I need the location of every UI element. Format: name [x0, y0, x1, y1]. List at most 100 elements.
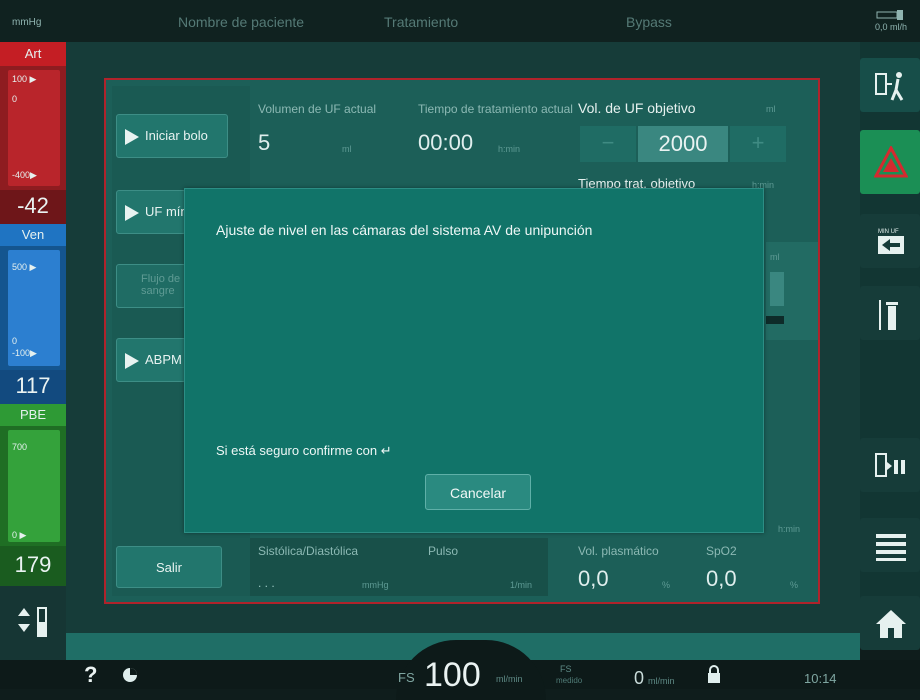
- pbe-value-box: 179: [0, 546, 66, 586]
- right-partial-bar: [766, 316, 784, 324]
- fs-value: 100: [424, 656, 481, 694]
- right-partial-panel: ml: [766, 242, 818, 340]
- art-value-box: -42: [0, 190, 66, 224]
- uf-target-minus-button[interactable]: −: [580, 126, 636, 162]
- alarm-button[interactable]: [860, 130, 920, 194]
- plasma-volume-unit: %: [662, 580, 671, 590]
- patient-exit-icon: [875, 72, 904, 101]
- confirmation-dialog: Ajuste de nivel en las cámaras del siste…: [184, 188, 764, 533]
- menu-list-icon: [876, 534, 906, 561]
- menu-button[interactable]: [860, 518, 920, 572]
- abpm-button[interactable]: ABPM: [116, 338, 186, 382]
- uf-target-plus-button[interactable]: +: [730, 126, 786, 162]
- pause-button[interactable]: [860, 438, 920, 492]
- ven-value-box: 117: [0, 370, 66, 404]
- play-icon: [125, 128, 139, 145]
- uf-volume-value: 5: [258, 130, 271, 155]
- uf-target-unit: ml: [766, 104, 776, 114]
- ven-header: Ven: [0, 224, 66, 246]
- patient-exit-button[interactable]: [860, 58, 920, 112]
- pbe-value: 179: [14, 552, 52, 577]
- min-uf-icon: MIN UF: [878, 229, 904, 254]
- art-tick-zero: 0: [12, 94, 18, 104]
- uf-target-label: Vol. de UF objetivo: [578, 100, 696, 116]
- fs-label: FS: [398, 670, 415, 685]
- svg-text:MIN UF: MIN UF: [878, 229, 899, 235]
- art-gauge-bar: [8, 70, 60, 186]
- pause-icon: [875, 453, 905, 477]
- ven-tick-zero: 0: [12, 336, 18, 346]
- right-partial-unit-2: h:min: [778, 524, 801, 534]
- tab-treatment[interactable]: Tratamiento: [384, 14, 458, 30]
- uf-min-button[interactable]: UF mín: [116, 190, 186, 234]
- pulse-unit: 1/min: [510, 580, 533, 590]
- play-icon: [125, 352, 139, 369]
- syringe-small-icon: [876, 10, 903, 20]
- ven-tick-top: 500 ▶: [12, 262, 37, 272]
- ven-tick-bottom: -100▶: [12, 348, 37, 358]
- fs-measured-sub: medido: [556, 676, 583, 685]
- treatment-time-value: 00:00: [418, 130, 474, 155]
- syringe-button[interactable]: [860, 286, 920, 340]
- uf-volume-unit: ml: [342, 144, 352, 154]
- ven-label: Ven: [21, 227, 45, 242]
- ven-gauge: 500 ▶ 0 -100▶: [0, 246, 66, 370]
- lock-icon[interactable]: [706, 664, 722, 684]
- fs-unit: ml/min: [496, 674, 523, 684]
- tab-bypass[interactable]: Bypass: [626, 14, 672, 30]
- heparin-value: 0,0: [874, 22, 888, 32]
- cancel-button[interactable]: Cancelar: [425, 474, 531, 510]
- pbe-gauge: 700 0 ▶: [0, 426, 66, 546]
- art-header: Art: [0, 42, 66, 66]
- help-icon[interactable]: ?: [84, 662, 97, 688]
- blood-flow-button[interactable]: Flujo de sangre: [116, 264, 186, 308]
- art-value: -42: [17, 193, 49, 218]
- pbe-label: PBE: [19, 407, 46, 422]
- spo2-label: SpO2: [706, 544, 737, 558]
- bp-label: Sistólica/Diastólica: [258, 544, 359, 558]
- ven-value: 117: [15, 373, 51, 398]
- art-tick-top: 100 ▶: [12, 74, 37, 84]
- pbe-tick-top: 700: [12, 442, 28, 452]
- plasma-volume-label: Vol. plasmático: [578, 544, 659, 558]
- fs-measured-label: FS: [560, 664, 572, 674]
- uf-target-value[interactable]: 2000: [638, 126, 728, 162]
- top-bar: mmHg Nombre de paciente Tratamiento Bypa…: [0, 0, 920, 42]
- heparin-rate: 0,0 ml/h: [862, 8, 920, 42]
- tab-patient-name[interactable]: Nombre de paciente: [178, 14, 304, 30]
- clock-icon: [123, 668, 137, 682]
- exit-button[interactable]: Salir: [116, 546, 222, 588]
- spo2-value: 0,0: [706, 566, 737, 591]
- pbe-tick-bottom: 0 ▶: [12, 530, 27, 540]
- treatment-time-label: Tiempo de tratamiento actual: [418, 102, 573, 116]
- pulse-label: Pulso: [428, 544, 459, 558]
- min-uf-button[interactable]: MIN UF: [860, 214, 920, 268]
- level-button[interactable]: [0, 586, 66, 660]
- treatment-time-unit: h:min: [498, 144, 521, 154]
- art-gauge: 100 ▶ 0 -400▶: [0, 66, 66, 190]
- dialog-title: Ajuste de nivel en las cámaras del siste…: [216, 222, 593, 238]
- fs-measured-unit: ml/min: [648, 676, 675, 686]
- pressure-unit: mmHg: [12, 17, 42, 28]
- alarm-triangle-icon: [874, 146, 908, 178]
- fs-measured-value: 0: [634, 668, 645, 688]
- right-partial-unit: ml: [770, 252, 780, 262]
- home-button[interactable]: [860, 596, 920, 650]
- uf-volume-label: Volumen de UF actual: [258, 102, 377, 116]
- syringe-level-icon: [18, 607, 47, 637]
- play-icon: [125, 204, 139, 221]
- clock-time: 10:14: [804, 671, 837, 686]
- plasma-volume-value: 0,0: [578, 566, 609, 591]
- art-tick-bottom: -400▶: [12, 170, 37, 180]
- dialog-confirm-text: Si está seguro confirme con ↵: [216, 443, 392, 458]
- art-label: Art: [24, 46, 42, 61]
- start-bolus-button[interactable]: Iniciar bolo: [116, 114, 228, 158]
- bp-unit: mmHg: [362, 580, 389, 590]
- right-partial-field[interactable]: [770, 272, 784, 306]
- home-icon: [876, 610, 906, 638]
- heparin-unit: ml/h: [890, 22, 908, 32]
- pbe-header: PBE: [0, 404, 66, 426]
- spo2-unit: %: [790, 580, 799, 590]
- bp-value: . . .: [258, 576, 275, 590]
- syringe-icon: [879, 300, 898, 330]
